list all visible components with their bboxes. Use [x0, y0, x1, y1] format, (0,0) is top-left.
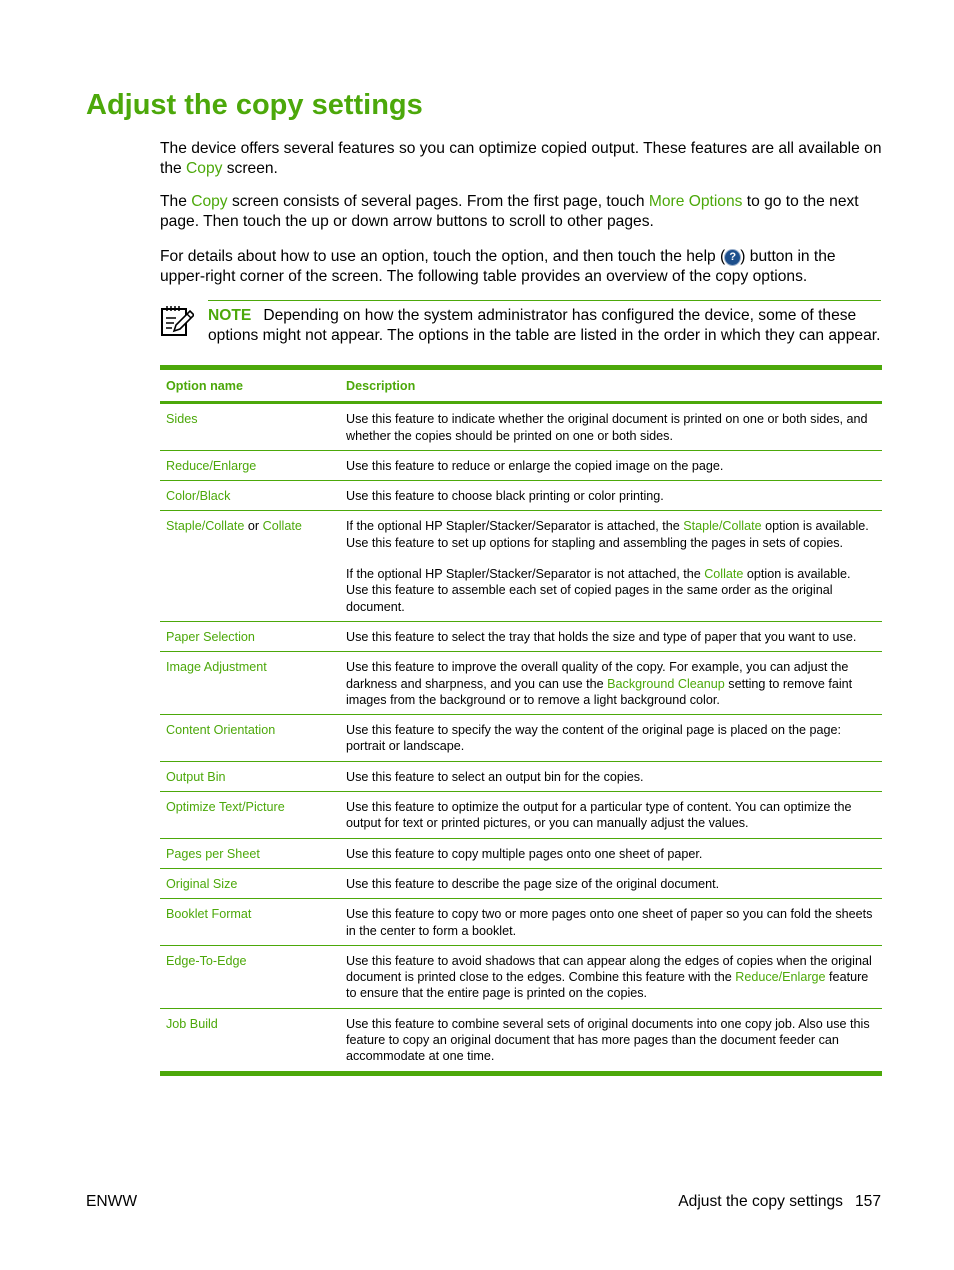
text: If the optional HP Stapler/Stacker/Separ… [346, 567, 705, 582]
note-divider [208, 300, 881, 301]
option-description: Use this feature to optimize the output … [346, 800, 852, 831]
help-icon: ? [725, 250, 741, 265]
text: Depending on how the system administrato… [208, 307, 881, 344]
option-name[interactable]: Image Adjustment [160, 652, 340, 715]
table-header-row: Option name Description [160, 367, 882, 403]
option-description: Use this feature to select an output bin… [346, 769, 644, 784]
reduce-enlarge-link[interactable]: Reduce/Enlarge [735, 970, 825, 984]
option-name[interactable]: Edge-To-Edge [160, 945, 340, 1008]
text: If the optional HP Stapler/Stacker/Separ… [346, 519, 684, 534]
option-description: Use this feature to copy multiple pages … [346, 846, 703, 861]
note-label: NOTE [208, 307, 252, 324]
option-name[interactable]: Optimize Text/Picture [160, 792, 340, 839]
option-name[interactable]: Job Build [160, 1008, 340, 1073]
collate-link[interactable]: Collate [263, 519, 302, 533]
table-row: Job Build Use this feature to combine se… [160, 1008, 882, 1074]
option-name[interactable]: Paper Selection [160, 621, 340, 651]
option-description: Use this feature to describe the page si… [346, 876, 720, 891]
table-row: Edge-To-Edge Use this feature to avoid s… [160, 945, 882, 1009]
option-name[interactable]: Output Bin [160, 761, 340, 791]
text: For details about how to use an option, … [160, 248, 726, 265]
footer-section-title: Adjust the copy settings [678, 1193, 843, 1210]
page-number: 157 [854, 1193, 881, 1210]
text: screen consists of several pages. From t… [227, 193, 649, 210]
option-name[interactable]: Original Size [160, 868, 340, 898]
table-row: Original Size Use this feature to descri… [160, 868, 882, 899]
option-name[interactable]: Content Orientation [160, 715, 340, 762]
note-text: NOTE Depending on how the system administ… [208, 306, 888, 345]
table-row: Color/Black Use this feature to choose b… [160, 481, 882, 511]
collate-link[interactable]: Collate [704, 567, 743, 581]
option-name[interactable]: Sides [160, 403, 340, 451]
copy-screen-paragraph: The Copy screen consists of several page… [160, 192, 882, 231]
table-row: Image Adjustment Use this feature to imp… [160, 652, 882, 715]
option-name: Staple/Collate or Collate [160, 511, 340, 621]
intro-paragraph: The device offers several features so yo… [160, 139, 882, 178]
table-row: Pages per Sheet Use this feature to copy… [160, 838, 882, 869]
copy-options-table: Option name Description Sides Use this f… [160, 365, 882, 1076]
column-header-option-name: Option name [166, 379, 243, 393]
option-description: Use this feature to avoid shadows that c… [340, 945, 882, 1008]
column-header-description: Description [346, 379, 416, 393]
option-description: Use this feature to combine several sets… [346, 1016, 870, 1064]
staple-collate-link[interactable]: Staple/Collate [166, 519, 244, 533]
footer-locale: ENWW [86, 1193, 138, 1210]
staple-collate-link[interactable]: Staple/Collate [683, 519, 761, 533]
table-row: Paper Selection Use this feature to sele… [160, 621, 882, 652]
table-row: Content Orientation Use this feature to … [160, 715, 882, 762]
option-name[interactable]: Reduce/Enlarge [160, 450, 340, 480]
option-description: Use this feature to copy two or more pag… [346, 907, 873, 938]
table-row: Reduce/Enlarge Use this feature to reduc… [160, 450, 882, 481]
footer-page-info: Adjust the copy settings 157 [678, 1193, 881, 1211]
option-name[interactable]: Color/Black [160, 481, 340, 511]
option-description: Use this feature to specify the way the … [346, 723, 841, 754]
text: screen. [222, 159, 278, 177]
option-description: Use this feature to improve the overall … [340, 652, 882, 715]
table-row: Sides Use this feature to indicate wheth… [160, 403, 882, 451]
option-description: Use this feature to select the tray that… [346, 629, 857, 644]
option-description: If the optional HP Stapler/Stacker/Separ… [340, 511, 882, 621]
option-description: Use this feature to choose black printin… [346, 489, 664, 504]
help-paragraph: For details about how to use an option, … [160, 247, 882, 286]
table-row: Booklet Format Use this feature to copy … [160, 899, 882, 946]
option-name[interactable]: Booklet Format [160, 899, 340, 946]
option-description: Use this feature to indicate whether the… [346, 412, 868, 443]
copy-screen-link[interactable]: Copy [186, 160, 222, 177]
text: or [244, 519, 263, 534]
option-description: Use this feature to reduce or enlarge th… [346, 458, 724, 473]
more-options-link[interactable]: More Options [649, 193, 743, 210]
table-row: Staple/Collate or Collate If the optiona… [160, 511, 882, 622]
copy-screen-link[interactable]: Copy [191, 193, 227, 210]
option-name[interactable]: Pages per Sheet [160, 838, 340, 868]
note-pencil-icon [161, 306, 194, 336]
text: The [160, 193, 192, 210]
page-title: Adjust the copy settings [86, 89, 423, 121]
table-row: Output Bin Use this feature to select an… [160, 761, 882, 792]
background-cleanup-link[interactable]: Background Cleanup [607, 677, 725, 691]
table-row: Optimize Text/Picture Use this feature t… [160, 792, 882, 839]
